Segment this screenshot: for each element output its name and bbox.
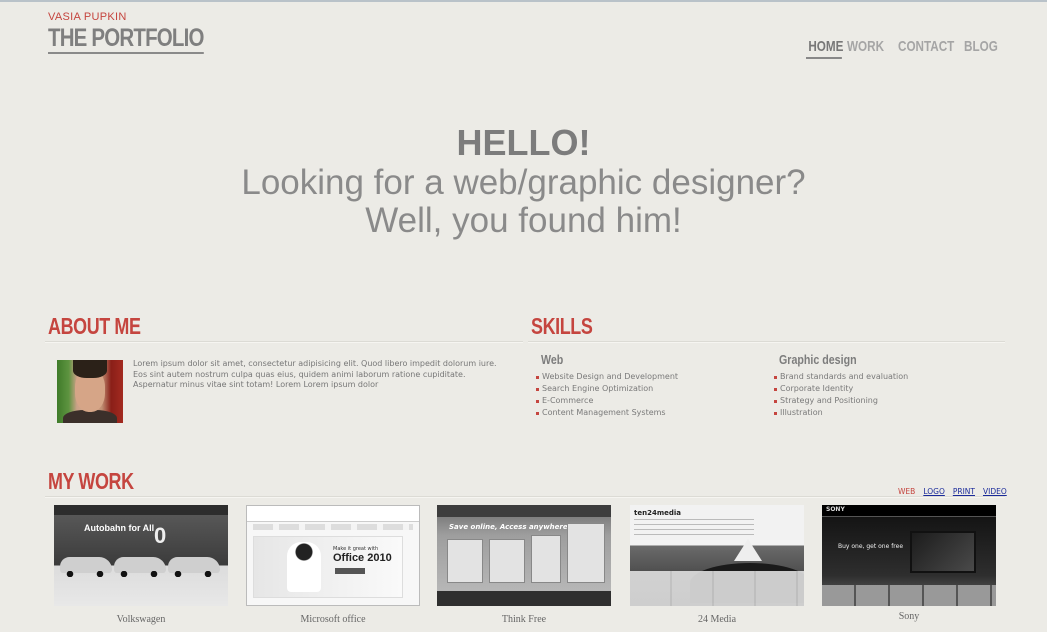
work-thumb-sony[interactable]: SONY Buy one, get one free xyxy=(822,505,996,606)
owner-name: VASIA PUPKIN xyxy=(48,11,127,23)
skills-web-column: Web Website Design and Development Searc… xyxy=(536,352,678,419)
hero-section: HELLO! Looking for a web/graphic designe… xyxy=(0,122,1047,240)
hero-greeting: HELLO! xyxy=(456,122,591,163)
work-caption-microsoft-office[interactable]: Microsoft office xyxy=(246,614,420,625)
skills-graphic-heading: Graphic design xyxy=(779,352,857,367)
skills-divider xyxy=(528,341,1005,343)
thumb-headline: Save online, Access anywhere xyxy=(449,523,568,531)
thumb-headline: ten24media xyxy=(634,509,681,517)
work-filters: WEB LOGO PRINT VIDEO xyxy=(898,487,1007,496)
skills-title: SKILLS xyxy=(531,313,593,339)
work-thumb-volkswagen[interactable]: Autobahn for All 0 xyxy=(54,505,228,606)
thumb-big-text: Office 2010 xyxy=(333,552,392,564)
nav-contact[interactable]: CONTACT xyxy=(898,38,954,59)
list-item: Corporate Identity xyxy=(774,383,908,395)
work-caption-24-media[interactable]: 24 Media xyxy=(630,614,804,625)
nav-blog[interactable]: BLOG xyxy=(964,38,998,59)
filter-web[interactable]: WEB xyxy=(898,487,915,496)
avatar xyxy=(57,360,123,423)
site-logo[interactable]: VASIA PUPKIN THE PORTFOLIO xyxy=(48,11,238,54)
hero-line-2: Well, you found him! xyxy=(365,201,682,240)
work-caption-sony[interactable]: Sony xyxy=(822,611,996,622)
list-item: Website Design and Development xyxy=(536,371,678,383)
nav-home[interactable]: HOME xyxy=(806,38,843,59)
skills-web-list: Website Design and Development Search En… xyxy=(536,371,678,419)
thumb-headline: Buy one, get one free xyxy=(838,543,904,550)
about-title: ABOUT ME xyxy=(48,313,141,339)
filter-video[interactable]: VIDEO xyxy=(983,487,1007,496)
list-item: E-Commerce xyxy=(536,395,678,407)
work-thumb-microsoft-office[interactable]: Make it great with Office 2010 xyxy=(246,505,420,606)
filter-print[interactable]: PRINT xyxy=(953,487,975,496)
filter-logo[interactable]: LOGO xyxy=(923,487,945,496)
work-caption-think-free[interactable]: Think Free xyxy=(437,614,611,625)
work-divider xyxy=(45,496,1005,498)
thumb-headline: Autobahn for All xyxy=(84,523,155,533)
skills-web-heading: Web xyxy=(541,352,564,367)
hero-line-1: Looking for a web/graphic designer? xyxy=(241,163,806,202)
list-item: Search Engine Optimization xyxy=(536,383,678,395)
skills-graphic-list: Brand standards and evaluation Corporate… xyxy=(774,371,908,419)
list-item: Brand standards and evaluation xyxy=(774,371,908,383)
work-title: MY WORK xyxy=(48,468,134,494)
list-item: Illustration xyxy=(774,407,908,419)
list-item: Content Management Systems xyxy=(536,407,678,419)
work-thumb-think-free[interactable]: Save online, Access anywhere xyxy=(437,505,611,606)
skills-graphic-column: Graphic design Brand standards and evalu… xyxy=(774,352,908,419)
thumb-big-text: 0 xyxy=(154,523,167,548)
about-divider xyxy=(45,341,523,343)
about-text: Lorem ipsum dolor sit amet, consectetur … xyxy=(133,359,497,389)
nav-work[interactable]: WORK xyxy=(847,38,887,59)
work-thumb-24-media[interactable]: ten24media xyxy=(630,505,804,606)
list-item: Strategy and Positioning xyxy=(774,395,908,407)
main-nav: HOME WORK CONTACT BLOG xyxy=(806,38,1004,59)
site-title[interactable]: THE PORTFOLIO xyxy=(48,25,204,54)
thumb-brand: SONY xyxy=(826,506,845,513)
work-caption-volkswagen[interactable]: Volkswagen xyxy=(54,614,228,625)
